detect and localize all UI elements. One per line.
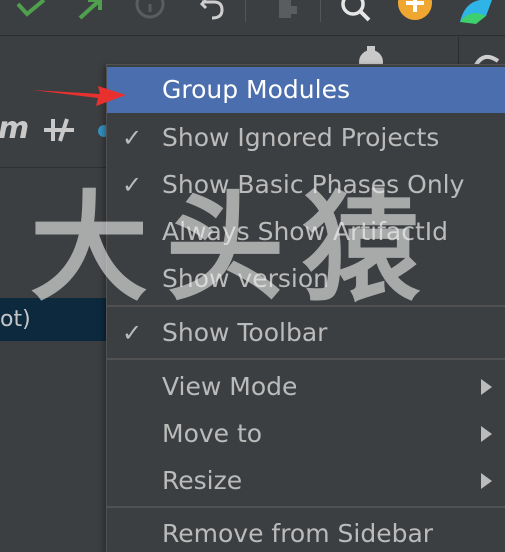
menu-item-label: Always Show ArtifactId [162, 217, 449, 246]
gear-icon[interactable] [355, 44, 387, 64]
menu-item-label: Show Basic Phases Only [162, 170, 465, 199]
submenu-arrow-icon [481, 473, 492, 489]
toggle-offline-icon[interactable] [42, 117, 76, 143]
menu-item-label: Move to [162, 419, 263, 448]
history-icon[interactable] [134, 0, 166, 22]
menu-item-resize[interactable]: Resize [107, 458, 505, 504]
menu-item-label: Group Modules [162, 75, 350, 104]
maven-toolbar-row: m -/|- [0, 109, 106, 149]
update-icon[interactable] [396, 0, 434, 24]
checkmark-icon: ✓ [121, 171, 143, 199]
partial-icon [98, 125, 106, 137]
menu-item-label: Show Toolbar [162, 318, 328, 347]
menu-item-label: Show Ignored Projects [162, 123, 440, 152]
arrow-up-right-icon[interactable] [76, 0, 106, 20]
menu-separator [107, 358, 505, 360]
menu-separator [107, 506, 505, 508]
panel-divider [0, 167, 106, 168]
check-icon[interactable] [14, 0, 48, 20]
stop-icon[interactable] [276, 0, 300, 22]
right-panel-strip [458, 37, 505, 67]
menu-item-move-to[interactable]: Move to [107, 411, 505, 457]
submenu-arrow-icon [481, 426, 492, 442]
menu-item-show-basic-phases-only[interactable]: ✓ Show Basic Phases Only [107, 162, 505, 208]
submenu-arrow-icon [481, 379, 492, 395]
menu-item-show-version[interactable]: Show version [107, 256, 505, 302]
menu-item-remove-from-sidebar[interactable]: Remove from Sidebar [107, 511, 505, 552]
tree-row-selected[interactable]: ot) [0, 298, 106, 341]
toolbar-separator [320, 0, 321, 22]
menu-separator [107, 305, 505, 307]
undo-icon[interactable] [196, 0, 226, 22]
maven-tool-window: m -/|- ot) [0, 37, 106, 552]
menu-item-label: Show version [162, 264, 329, 293]
menu-item-show-toolbar[interactable]: ✓ Show Toolbar [107, 310, 505, 356]
search-icon[interactable] [338, 0, 372, 22]
menu-item-always-show-artifactid[interactable]: Always Show ArtifactId [107, 209, 505, 255]
hide-panel-icon[interactable] [458, 37, 505, 67]
checkmark-icon: ✓ [121, 319, 143, 347]
maven-icon[interactable]: m [0, 111, 29, 146]
toolbar-separator [245, 0, 246, 22]
annotation-arrow-icon [32, 86, 126, 106]
menu-item-label: Resize [162, 466, 243, 495]
options-popup-menu: Group Modules ✓ Show Ignored Projects ✓ … [106, 64, 505, 552]
checkmark-icon: ✓ [121, 124, 143, 152]
menu-item-group-modules[interactable]: Group Modules [107, 67, 505, 113]
tree-row-label: ot) [0, 307, 31, 332]
menu-item-view-mode[interactable]: View Mode [107, 364, 505, 410]
menu-item-show-ignored-projects[interactable]: ✓ Show Ignored Projects [107, 115, 505, 161]
menu-item-label: Remove from Sidebar [162, 519, 434, 548]
jetbrains-logo-icon[interactable] [456, 0, 496, 24]
menu-item-label: View Mode [162, 372, 298, 401]
main-toolbar [0, 0, 505, 36]
